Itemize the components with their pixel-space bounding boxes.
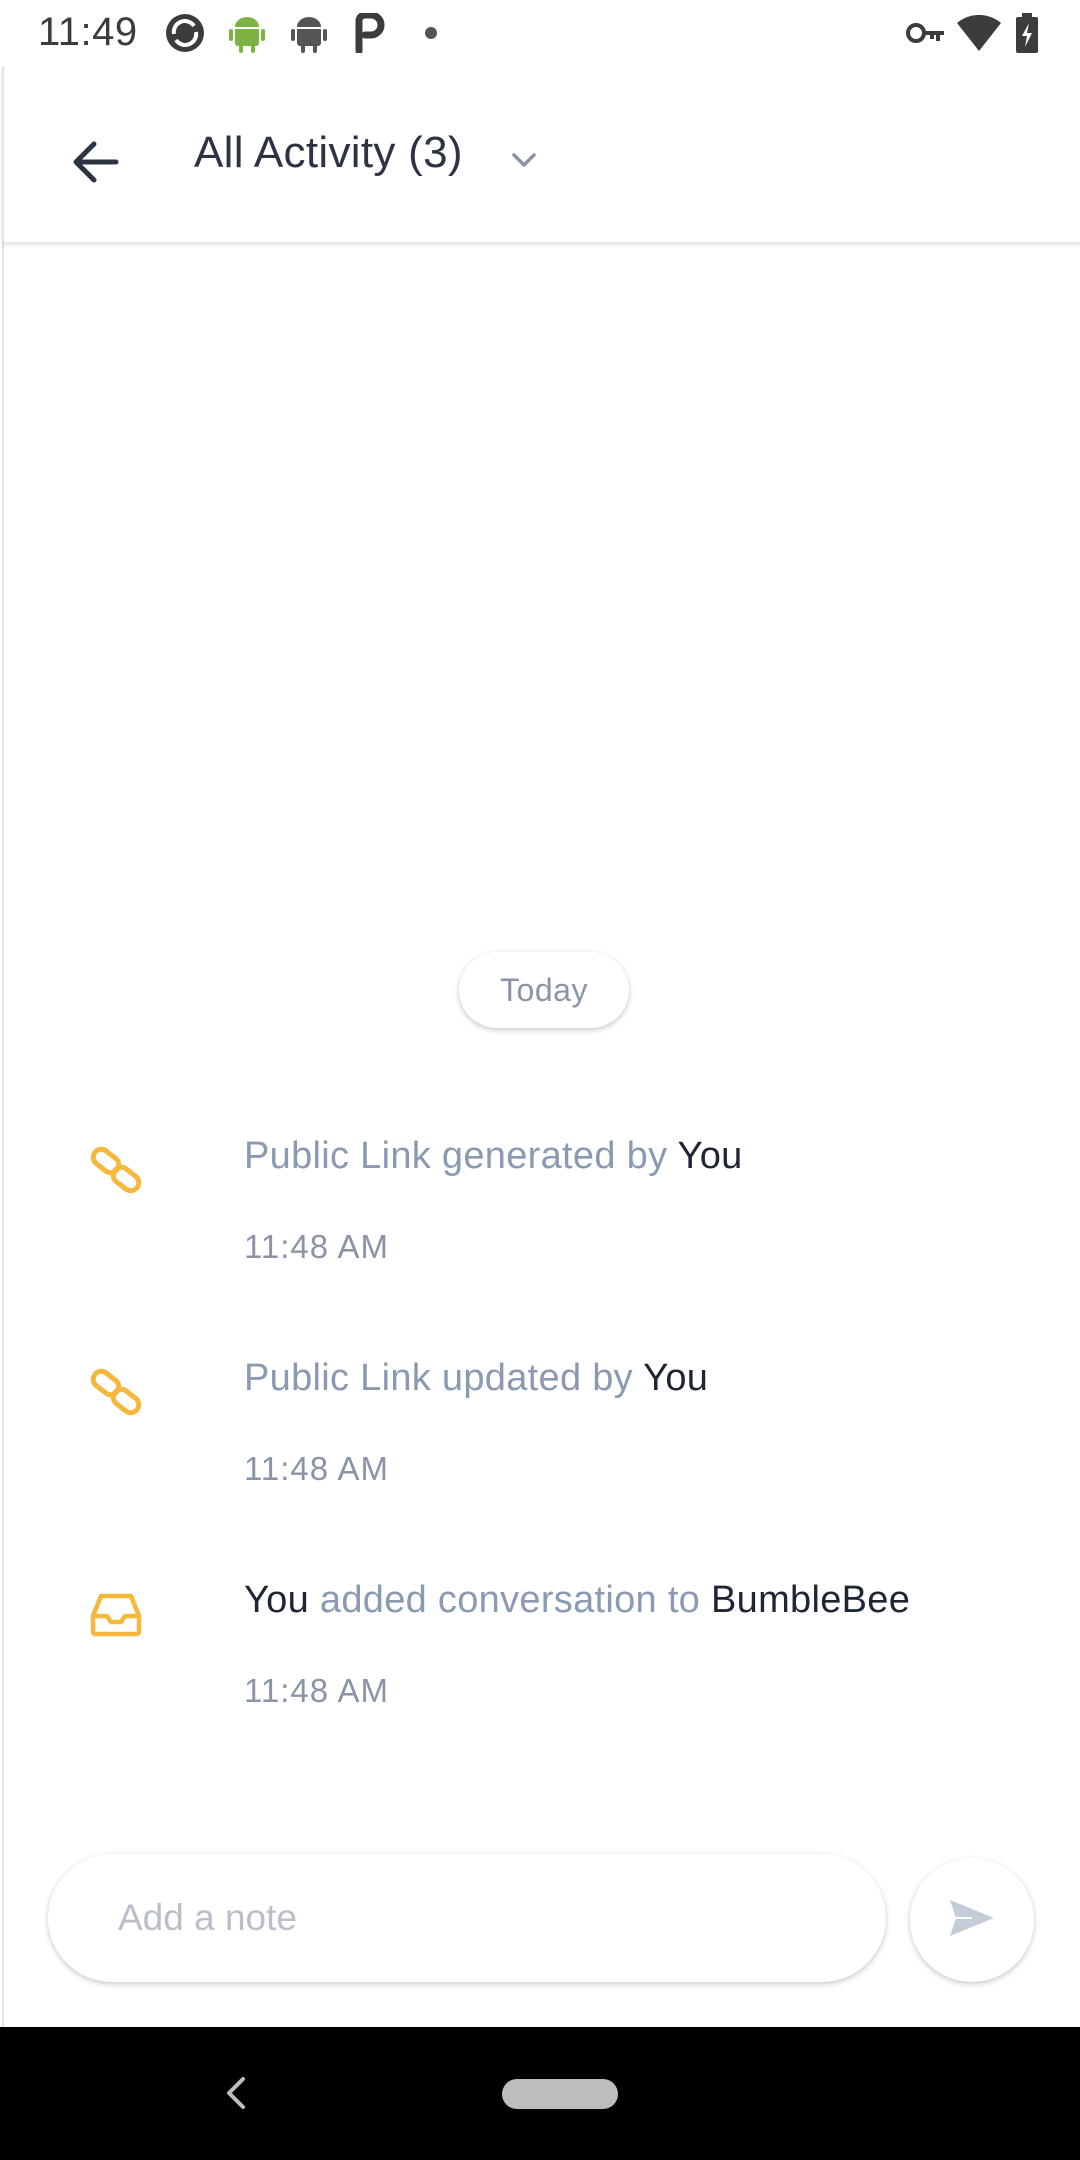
status-bar: 11:49 — [0, 0, 1080, 66]
activity-item: You added conversation to BumbleBee 11:4… — [4, 1576, 1080, 1776]
page-title[interactable]: All Activity (3) — [194, 128, 463, 178]
battery-charging-icon — [1012, 12, 1042, 54]
link-icon — [88, 1142, 144, 1198]
navigation-bar — [0, 2027, 1080, 2160]
screen: 11:49 All Activity (3) Today Public Link… — [0, 0, 1080, 2160]
inbox-icon — [88, 1586, 144, 1642]
activity-time: 11:48 AM — [244, 1450, 389, 1487]
chevron-down-icon[interactable] — [504, 140, 544, 180]
link-icon — [88, 1364, 144, 1420]
activity-text: Public Link generated by You — [244, 1132, 743, 1180]
activity-item: Public Link generated by You 11:48 AM — [4, 1132, 1080, 1332]
send-icon — [948, 1898, 996, 1943]
android-icon — [288, 12, 330, 54]
activity-actor: You — [244, 1579, 310, 1621]
activity-time: 11:48 AM — [244, 1672, 389, 1709]
activity-time: 11:48 AM — [244, 1228, 389, 1265]
activity-action: added conversation to — [309, 1579, 711, 1621]
activity-target: BumbleBee — [710, 1579, 911, 1621]
app-bar: All Activity (3) — [2, 66, 1080, 242]
activity-action: Public Link generated by — [244, 1135, 678, 1177]
activity-action: Public Link updated by — [244, 1357, 644, 1399]
nav-home-button[interactable] — [502, 2079, 618, 2109]
sync-icon — [164, 12, 206, 54]
dot-icon — [410, 12, 452, 54]
activity-item: Public Link updated by You 11:48 AM — [4, 1354, 1080, 1554]
wifi-icon — [956, 12, 1002, 54]
activity-feed: Today Public Link generated by You 11:48… — [2, 242, 1080, 2027]
back-button[interactable] — [54, 122, 138, 206]
activity-actor: You — [643, 1357, 709, 1399]
nav-back-button[interactable] — [214, 2071, 258, 2115]
activity-actor: You — [677, 1135, 743, 1177]
vpn-key-icon — [904, 12, 948, 54]
activity-text: You added conversation to BumbleBee — [244, 1576, 910, 1624]
arrow-left-icon — [72, 140, 120, 189]
send-button[interactable] — [910, 1858, 1034, 1982]
status-time: 11:49 — [38, 10, 138, 54]
note-input[interactable] — [48, 1854, 886, 1982]
activity-text: Public Link updated by You — [244, 1354, 708, 1402]
android-icon — [226, 12, 268, 54]
p-icon — [348, 12, 390, 54]
day-separator: Today — [459, 952, 629, 1028]
